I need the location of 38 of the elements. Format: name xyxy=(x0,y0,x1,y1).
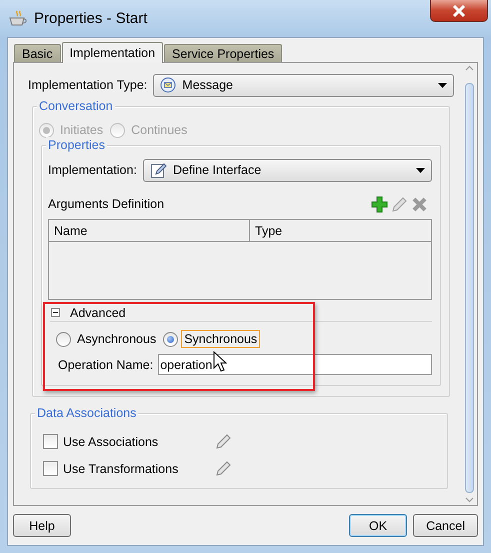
scroll-up-icon[interactable] xyxy=(464,65,474,71)
add-icon[interactable] xyxy=(371,196,388,212)
section-label: Advanced xyxy=(70,306,126,320)
input-field[interactable]: operation xyxy=(158,354,432,375)
dialog-button[interactable]: Help xyxy=(13,514,71,537)
column-header[interactable]: Name xyxy=(49,220,250,241)
close-icon xyxy=(451,4,467,16)
pencil-icon[interactable] xyxy=(391,196,408,212)
tab[interactable]: Implementation xyxy=(62,42,164,63)
scroll-down-icon[interactable] xyxy=(464,497,474,503)
scrollbar[interactable] xyxy=(464,65,474,503)
coffee-cup-icon xyxy=(8,8,28,28)
pencil-icon[interactable] xyxy=(215,434,231,450)
group-title: Properties xyxy=(46,137,107,153)
window-title: Properties - Start xyxy=(34,10,148,27)
delete-icon[interactable] xyxy=(411,196,428,212)
dialog-button[interactable]: Cancel xyxy=(413,514,478,537)
close-button[interactable] xyxy=(430,0,488,22)
radio-button[interactable]: Asynchronous xyxy=(56,330,160,348)
caret-icon xyxy=(416,168,425,172)
tab[interactable]: Basic xyxy=(14,44,61,62)
tab[interactable]: Service Properties xyxy=(164,44,282,62)
section-label: Arguments Definition xyxy=(48,197,164,211)
pencil-icon xyxy=(150,162,167,178)
field-label: Operation Name: xyxy=(58,358,154,372)
collapse-icon[interactable] xyxy=(51,308,60,317)
cursor-icon xyxy=(213,351,227,372)
field-label: Implementation: xyxy=(48,163,137,177)
dropdown[interactable]: Message xyxy=(153,74,454,96)
dialog-button[interactable]: OK xyxy=(349,514,408,537)
pencil-icon[interactable] xyxy=(215,460,231,476)
dropdown[interactable]: Define Interface xyxy=(142,158,432,182)
checkbox[interactable]: Use Associations xyxy=(43,434,193,449)
envelope-icon xyxy=(160,77,176,93)
caret-icon xyxy=(438,82,447,88)
column-header[interactable]: Type xyxy=(250,220,431,241)
field-label: Implementation Type: xyxy=(28,78,148,92)
checkbox[interactable]: Use Transformations xyxy=(43,461,193,476)
